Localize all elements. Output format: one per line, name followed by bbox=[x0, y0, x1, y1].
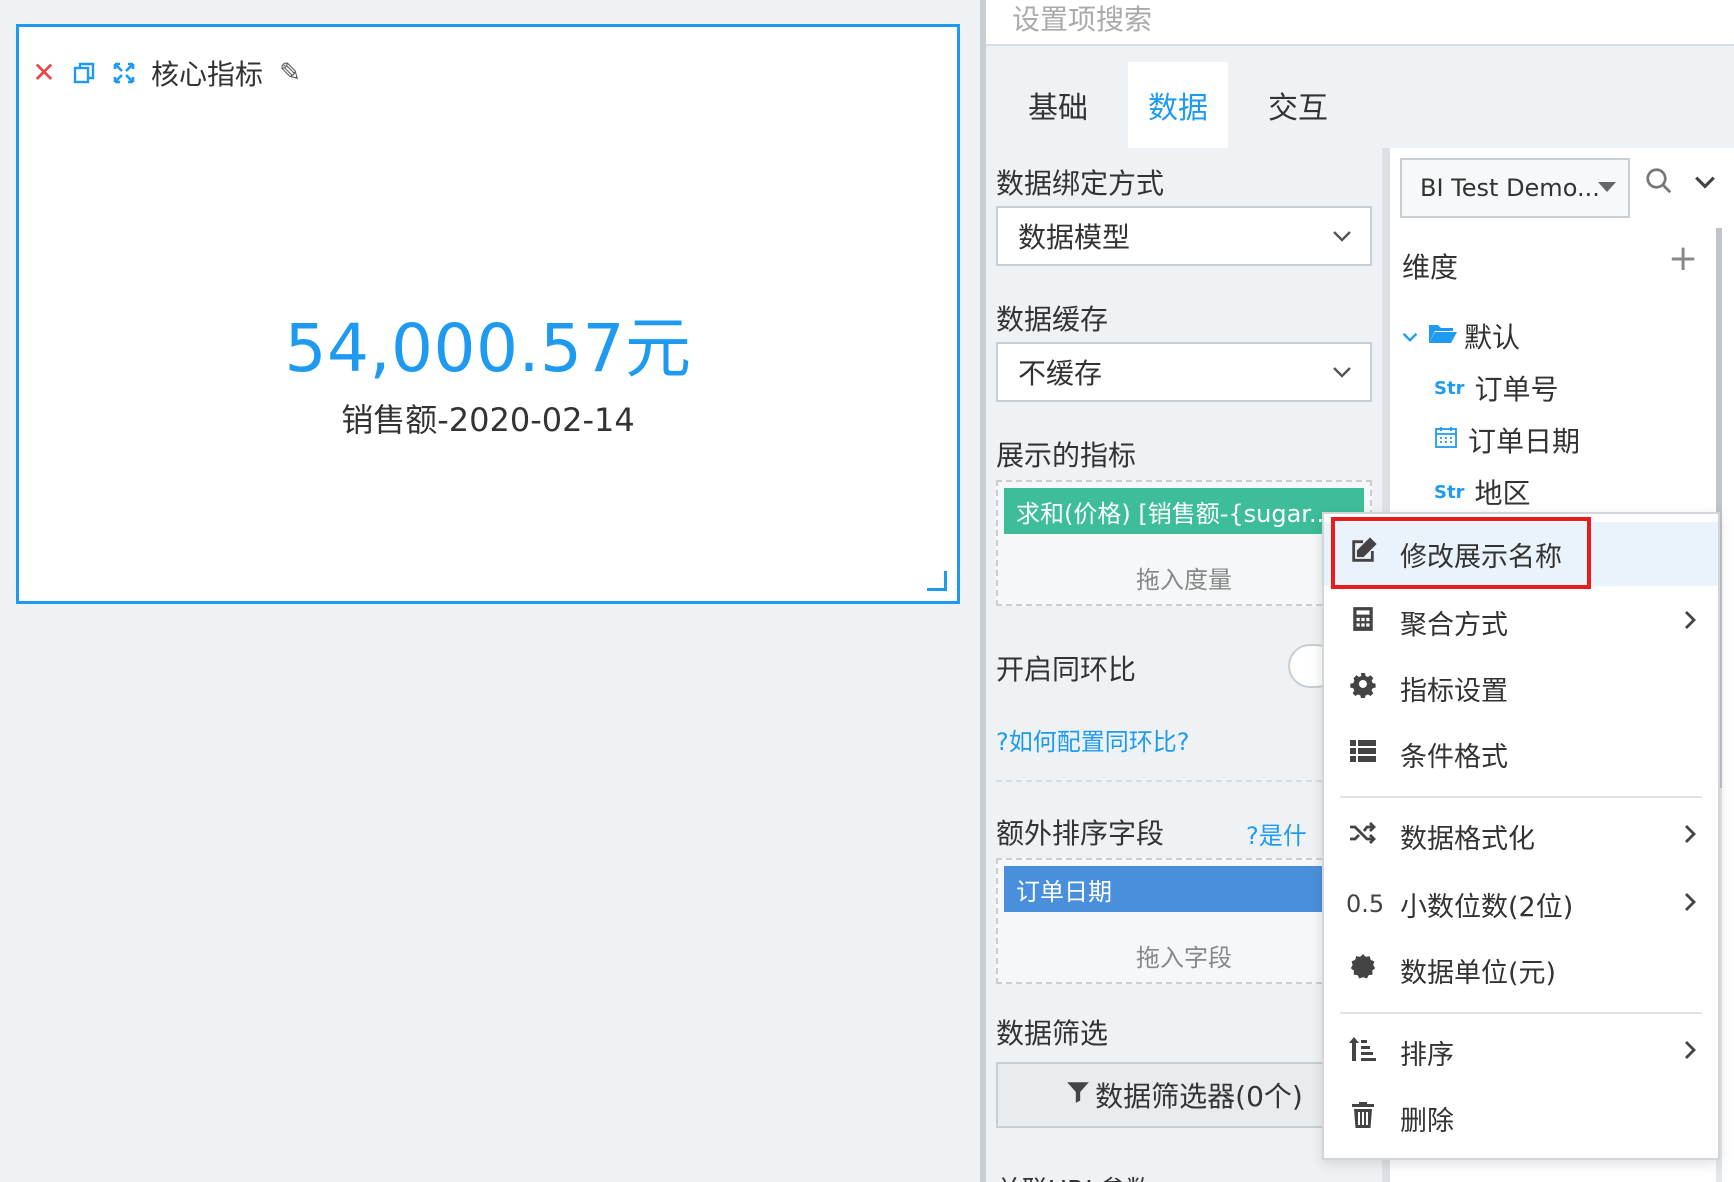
chevron-down-icon[interactable] bbox=[1694, 168, 1716, 196]
extra-sort-help-link[interactable]: ?是什 bbox=[1246, 816, 1307, 851]
caret-down-icon bbox=[1598, 182, 1616, 192]
menu-item-data-unit[interactable]: 数据单位(元) bbox=[1324, 938, 1718, 1002]
dashboard-canvas: ✕ 核心指标 ✎ 54,000.57元 销售额-2020-02-14 bbox=[0, 0, 980, 1182]
funnel-icon bbox=[1065, 1079, 1091, 1112]
model-select-value: BI Test Demo... bbox=[1420, 174, 1600, 202]
menu-item-label: 数据格式化 bbox=[1400, 823, 1535, 855]
chevron-right-icon bbox=[1684, 608, 1696, 636]
field-item[interactable]: 订单日期 bbox=[1434, 420, 1580, 460]
url-param-label: 关联URL参数 bbox=[996, 1170, 1152, 1182]
menu-item-label: 条件格式 bbox=[1400, 741, 1508, 773]
menu-item-label: 小数位数(2位) bbox=[1400, 891, 1574, 923]
data-filter-label: 数据筛选器(0个) bbox=[1095, 1080, 1303, 1113]
string-type-icon: Str bbox=[1434, 481, 1465, 503]
tab-interaction[interactable]: 交互 bbox=[1248, 62, 1348, 148]
folder-open-icon bbox=[1428, 321, 1458, 352]
gear-icon bbox=[1346, 672, 1380, 704]
expand-icon[interactable] bbox=[111, 60, 137, 86]
sort-field-chip[interactable]: 订单日期 bbox=[1004, 866, 1364, 912]
calculator-icon bbox=[1346, 606, 1380, 638]
calendar-icon bbox=[1434, 425, 1458, 455]
menu-item-delete[interactable]: 删除 bbox=[1324, 1086, 1718, 1150]
sort-icon bbox=[1346, 1036, 1380, 1068]
badge-icon bbox=[1346, 953, 1380, 987]
metric-field-chip[interactable]: 求和(价格) [销售额-{sugar... bbox=[1004, 488, 1364, 534]
binding-mode-select[interactable]: 数据模型 bbox=[996, 206, 1372, 266]
folder-default[interactable]: 默认 bbox=[1402, 316, 1520, 356]
field-label: 订单号 bbox=[1474, 373, 1559, 406]
widget-title: 核心指标 bbox=[151, 58, 264, 91]
chevron-down-icon bbox=[1402, 324, 1418, 348]
binding-mode-label: 数据绑定方式 bbox=[996, 167, 1165, 200]
menu-item-label: 指标设置 bbox=[1400, 675, 1508, 707]
cache-select[interactable]: 不缓存 bbox=[996, 342, 1372, 402]
shuffle-icon bbox=[1346, 821, 1380, 851]
yoy-help-link[interactable]: ?如何配置同环比? bbox=[996, 722, 1189, 757]
chevron-right-icon bbox=[1684, 822, 1696, 850]
data-filter-button[interactable]: 数据筛选器(0个) bbox=[996, 1062, 1372, 1128]
search-icon[interactable] bbox=[1644, 166, 1674, 204]
menu-separator bbox=[1340, 1012, 1702, 1014]
filter-label: 数据筛选 bbox=[996, 1017, 1109, 1050]
pencil-icon[interactable]: ✎ bbox=[277, 60, 303, 86]
chevron-right-icon bbox=[1684, 890, 1696, 918]
menu-item-metric-settings[interactable]: 指标设置 bbox=[1324, 656, 1718, 720]
menu-item-label: 聚合方式 bbox=[1400, 609, 1508, 641]
field-item[interactable]: Str 订单号 bbox=[1434, 368, 1558, 408]
sort-drop-zone[interactable]: 订单日期 拖入字段 bbox=[996, 858, 1372, 984]
tab-data[interactable]: 数据 bbox=[1128, 62, 1228, 148]
panel-tabs: 基础 数据 交互 bbox=[986, 46, 1734, 148]
highlight-annotation-box bbox=[1331, 517, 1591, 589]
string-type-icon: Str bbox=[1434, 377, 1465, 399]
chevron-down-icon bbox=[1332, 224, 1352, 249]
field-item[interactable]: Str 地区 bbox=[1434, 472, 1530, 512]
folder-label: 默认 bbox=[1464, 321, 1521, 354]
cache-label: 数据缓存 bbox=[996, 303, 1109, 336]
copy-icon[interactable] bbox=[71, 60, 97, 86]
menu-item-label: 删除 bbox=[1400, 1105, 1454, 1137]
metrics-label: 展示的指标 bbox=[996, 439, 1137, 472]
metrics-drop-zone[interactable]: 求和(价格) [销售额-{sugar... 拖入度量 bbox=[996, 480, 1372, 606]
yoy-label: 开启同环比 bbox=[996, 653, 1137, 686]
kpi-widget[interactable]: ✕ 核心指标 ✎ 54,000.57元 销售额-2020-02-14 bbox=[16, 24, 960, 604]
kpi-value: 54,000.57元 bbox=[284, 310, 692, 387]
trash-icon bbox=[1346, 1102, 1380, 1134]
menu-item-decimal-places[interactable]: 0.5 小数位数(2位) bbox=[1324, 872, 1718, 936]
settings-search-input[interactable]: 设置项搜索 bbox=[986, 0, 1734, 46]
field-context-menu: 修改展示名称 聚合方式 指标设置 条件格式 数据格式化 0.5 小数位数(2位) bbox=[1322, 512, 1720, 1160]
menu-item-sort[interactable]: 排序 bbox=[1324, 1020, 1718, 1084]
kpi-label: 销售额-2020-02-14 bbox=[341, 401, 635, 439]
dimension-label: 维度 bbox=[1402, 251, 1459, 284]
menu-item-label: 排序 bbox=[1400, 1039, 1454, 1071]
field-label: 订单日期 bbox=[1468, 425, 1581, 458]
section-divider bbox=[996, 780, 1372, 782]
sort-drop-hint: 拖入字段 bbox=[1136, 944, 1232, 972]
cache-value: 不缓存 bbox=[1018, 357, 1103, 390]
menu-separator bbox=[1340, 796, 1702, 798]
model-select[interactable]: BI Test Demo... bbox=[1400, 158, 1630, 218]
close-icon[interactable]: ✕ bbox=[31, 59, 57, 87]
extra-sort-label: 额外排序字段 bbox=[996, 817, 1165, 850]
menu-item-aggregation[interactable]: 聚合方式 bbox=[1324, 590, 1718, 654]
chevron-right-icon bbox=[1684, 1038, 1696, 1066]
chevron-down-icon bbox=[1332, 360, 1352, 385]
metrics-drop-hint: 拖入度量 bbox=[1136, 566, 1232, 594]
menu-item-label: 数据单位(元) bbox=[1400, 957, 1557, 989]
list-icon bbox=[1346, 740, 1380, 768]
binding-mode-value: 数据模型 bbox=[1018, 221, 1131, 254]
widget-toolbar: ✕ 核心指标 ✎ bbox=[31, 53, 303, 93]
tab-basic[interactable]: 基础 bbox=[1008, 62, 1108, 148]
resize-handle[interactable] bbox=[927, 571, 947, 591]
add-dimension-icon[interactable]: + bbox=[1668, 238, 1698, 279]
menu-item-conditional-format[interactable]: 条件格式 bbox=[1324, 722, 1718, 786]
menu-item-data-format[interactable]: 数据格式化 bbox=[1324, 804, 1718, 868]
decimal-icon: 0.5 bbox=[1346, 890, 1385, 918]
field-label: 地区 bbox=[1474, 477, 1531, 510]
